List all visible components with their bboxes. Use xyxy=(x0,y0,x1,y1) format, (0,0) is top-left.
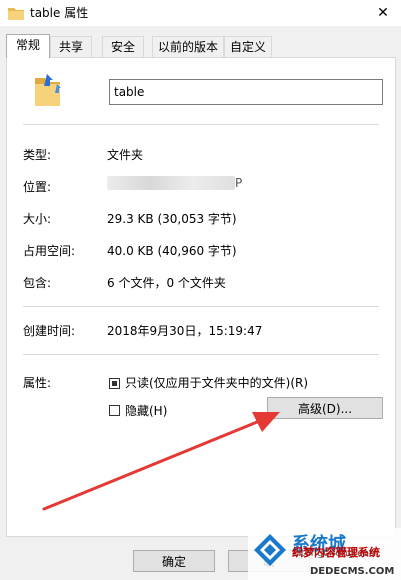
watermark-overlay-text: 织梦内容管理系统 xyxy=(292,546,380,559)
separator xyxy=(23,354,379,355)
disk-size-value: 40.0 KB (40,960 字节) xyxy=(107,244,237,258)
disk-size-label: 占用空间: xyxy=(23,244,76,258)
separator xyxy=(23,306,379,307)
title-bar: table 属性 ✕ xyxy=(0,0,401,26)
folder-icon xyxy=(8,8,24,20)
attributes-label: 属性: xyxy=(23,376,52,390)
type-label: 类型: xyxy=(23,148,52,162)
location-label: 位置: xyxy=(23,180,52,194)
window-title: table 属性 xyxy=(30,6,89,20)
close-button[interactable]: ✕ xyxy=(365,0,401,26)
ok-button[interactable]: 确定 xyxy=(133,550,215,572)
created-label: 创建时间: xyxy=(23,324,76,338)
blurred-location xyxy=(107,176,235,190)
tab-security[interactable]: 安全 xyxy=(102,36,144,57)
hidden-label: 隐藏(H) xyxy=(125,404,168,418)
shared-folder-icon xyxy=(35,74,61,106)
windows-logo-icon xyxy=(254,534,286,566)
close-icon: ✕ xyxy=(377,5,389,21)
tab-sharing[interactable]: 共享 xyxy=(50,36,92,57)
type-value: 文件夹 xyxy=(107,148,144,162)
readonly-checkbox[interactable] xyxy=(109,378,120,389)
readonly-label: 只读(仅应用于文件夹中的文件)(R) xyxy=(125,376,309,390)
size-value: 29.3 KB (30,053 字节) xyxy=(107,212,237,226)
tab-customize[interactable]: 自定义 xyxy=(224,36,272,57)
tab-previous-versions[interactable]: 以前的版本 xyxy=(152,36,224,57)
folder-name-input[interactable] xyxy=(109,79,383,105)
hidden-checkbox[interactable] xyxy=(109,405,120,416)
general-panel: 类型: 文件夹 位置: P 大小: 29.3 KB (30,053 字节) 占用… xyxy=(6,57,396,537)
contains-value: 6 个文件，0 个文件夹 xyxy=(107,276,226,290)
contains-label: 包含: xyxy=(23,276,52,290)
size-label: 大小: xyxy=(23,212,52,226)
tab-general[interactable]: 常规 xyxy=(6,34,50,58)
separator xyxy=(23,124,379,125)
advanced-button[interactable]: 高级(D)... xyxy=(267,397,383,419)
created-value: 2018年9月30日，15:19:47 xyxy=(107,324,263,338)
watermark-site: DEDECMS.COM xyxy=(310,566,395,577)
location-value: P xyxy=(235,176,243,190)
